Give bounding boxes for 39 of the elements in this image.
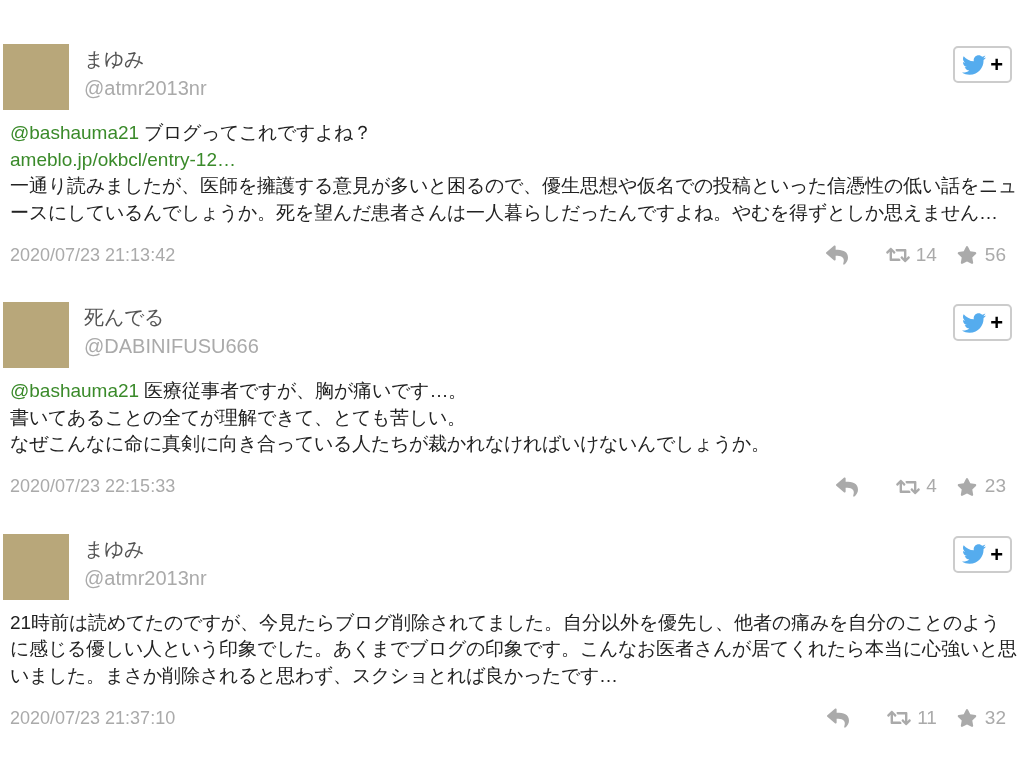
user-handle: @DABINIFUSU666 [84, 334, 259, 359]
tweet-text: 21時前は読めてたのですが、今見たらブログ削除されてました。自分以外を優先し、他者の痛みを自分のことのように感じる優しい人という印象でした。あくまでブログの印象です。こんなお医者さんが居てくれたら本当に心強いと思いました。まさか削除されると思わず、スクショとれば良かったです… [10, 611, 1017, 686]
avatar-photo-placeholder [3, 44, 69, 110]
avatar-photo-placeholder [3, 533, 69, 600]
star-icon[interactable] [956, 245, 977, 265]
retweet-count: 14 [915, 242, 937, 267]
user-name: 死んでる [84, 305, 165, 330]
mention-link[interactable]: @bashauma21 [10, 122, 140, 143]
tweet-text: なぜこんなに命に真剣に向き合っている人たちが裁かれなければいけないんでしょうか。 [10, 433, 770, 454]
user-handle: @atmr2013nr [84, 565, 207, 591]
follow-button[interactable]: + [953, 304, 1012, 341]
tweet-text: 書いてあることの全てが理解できて、とても苦しい。 [10, 406, 466, 428]
star-icon[interactable] [956, 476, 977, 497]
follow-button[interactable]: + [953, 46, 1012, 83]
user-name: まゆみ [84, 47, 145, 72]
retweet-count: 4 [926, 474, 937, 499]
reply-icon[interactable] [827, 707, 850, 729]
reply-icon[interactable] [825, 244, 848, 266]
tweet-text: 一通り読みましたが、医師を擁護する意見が多いと困るので、優生思想や仮名での投稿といった信憑性の低い話をニュースにしているんでしょうか。死を望んだ患者さんは一人暮らしだったんですよね。やむを得ずとしか思えません… [10, 175, 1017, 223]
reply-icon[interactable] [836, 475, 859, 498]
avatar-photo-placeholder [3, 302, 69, 368]
retweet-count: 11 [917, 705, 937, 730]
like-count: 23 [984, 474, 1006, 499]
bird-icon [962, 542, 987, 566]
timestamp: 2020/07/23 21:13:42 [10, 243, 176, 267]
like-count: 56 [984, 242, 1006, 267]
user-name: まゆみ [84, 536, 145, 562]
tweet-text: 医療従事者ですが、胸が痛いです…。 [143, 380, 468, 401]
timestamp: 2020/07/23 22:15:33 [10, 475, 176, 498]
timestamp: 2020/07/23 21:37:10 [10, 706, 176, 730]
bird-icon [962, 52, 987, 77]
bird-icon [962, 310, 987, 335]
follow-button[interactable]: + [953, 535, 1012, 573]
tweet-text: ブログってこれですよね？ [143, 122, 373, 143]
user-handle: @atmr2013nr [84, 76, 207, 101]
star-icon[interactable] [956, 708, 977, 728]
like-count: 32 [984, 705, 1006, 730]
mention-link[interactable]: @bashauma21 [10, 380, 140, 401]
url-link[interactable]: ameblo.jp/okbcl/entry-12… [10, 148, 236, 170]
